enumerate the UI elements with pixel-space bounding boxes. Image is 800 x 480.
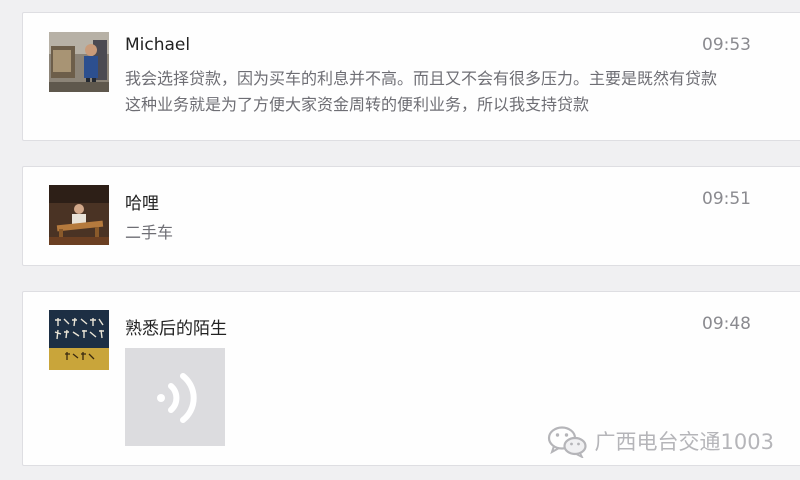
calligraphy-avatar	[49, 310, 109, 370]
voice-message-icon	[157, 373, 197, 423]
sender-name: 熟悉后的陌生	[125, 319, 227, 339]
message-card[interactable]: Michael 09:53 我会选择贷款，因为买车的利息并不高。而且又不会有很多…	[22, 12, 800, 141]
message-time: 09:48	[702, 314, 751, 334]
message-text: 我会选择贷款，因为买车的利息并不高。而且又不会有很多压力。主要是既然有贷款这种业…	[125, 69, 718, 114]
watermark-text: 广西电台交通1003	[594, 430, 774, 454]
message-time: 09:51	[702, 189, 751, 209]
message-time: 09:53	[702, 35, 751, 55]
watermark: 广西电台交通1003	[547, 424, 774, 458]
avatar[interactable]	[49, 310, 109, 370]
message-card[interactable]: 哈哩 09:51 二手车	[22, 166, 800, 266]
message-text: 二手车	[125, 223, 174, 242]
instrument-photo-avatar	[49, 185, 109, 245]
wechat-icon	[547, 426, 587, 458]
voice-message[interactable]	[125, 348, 225, 446]
person-photo-avatar	[49, 32, 109, 92]
avatar[interactable]	[49, 185, 109, 245]
sender-name: Michael	[125, 35, 191, 55]
avatar[interactable]	[49, 32, 109, 92]
sender-name: 哈哩	[125, 194, 159, 214]
